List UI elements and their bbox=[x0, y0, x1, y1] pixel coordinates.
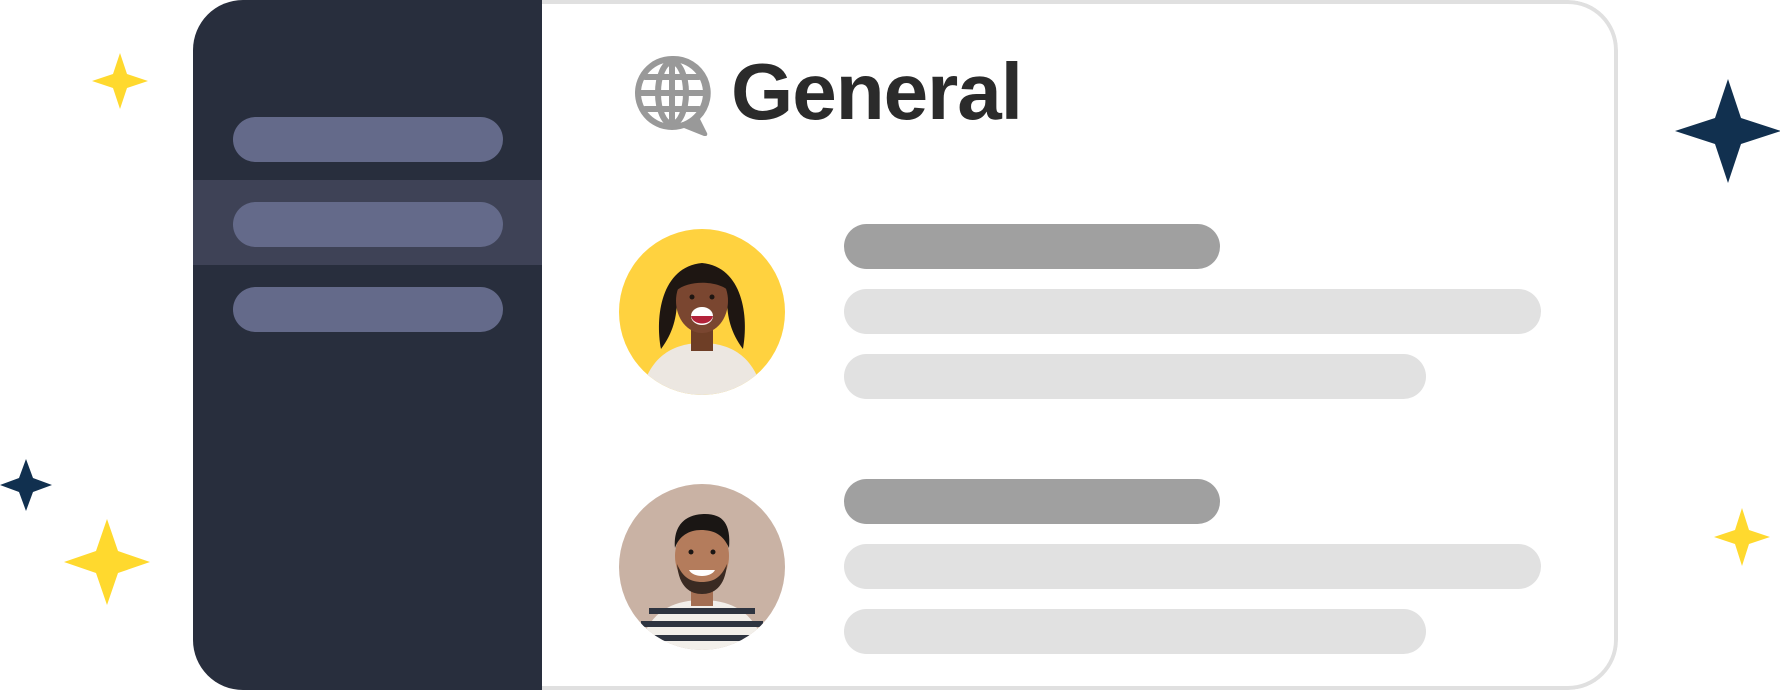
globe-chat-icon bbox=[632, 52, 716, 137]
sidebar-item-placeholder bbox=[233, 287, 503, 332]
woman-avatar bbox=[619, 229, 785, 395]
illustration-scene: General bbox=[0, 0, 1780, 690]
sparkle-icon bbox=[92, 53, 148, 109]
sparkle-icon bbox=[1714, 508, 1770, 566]
channel-panel: General bbox=[542, 0, 1618, 690]
sparkle-icon bbox=[0, 459, 52, 511]
sidebar-item-placeholder bbox=[233, 117, 503, 162]
list-item[interactable] bbox=[542, 224, 1618, 399]
sidebar bbox=[193, 0, 542, 690]
message-author-placeholder bbox=[844, 479, 1220, 524]
chat-app-window: General bbox=[193, 0, 1618, 690]
sparkle-icon bbox=[1675, 79, 1780, 183]
sidebar-item-channel-2[interactable] bbox=[193, 180, 542, 265]
message-text-placeholder bbox=[844, 609, 1426, 654]
message-text-placeholder bbox=[844, 289, 1541, 334]
message-author-placeholder bbox=[844, 224, 1220, 269]
message-text-placeholder bbox=[844, 544, 1541, 589]
sidebar-item-placeholder bbox=[233, 202, 503, 247]
message-text-placeholder bbox=[844, 354, 1426, 399]
sidebar-item-channel-3[interactable] bbox=[193, 265, 542, 350]
page-title: General bbox=[731, 47, 1023, 136]
man-avatar bbox=[619, 484, 785, 650]
sidebar-item-channel-1[interactable] bbox=[193, 95, 542, 180]
list-item[interactable] bbox=[542, 479, 1618, 654]
sparkle-icon bbox=[64, 519, 150, 605]
